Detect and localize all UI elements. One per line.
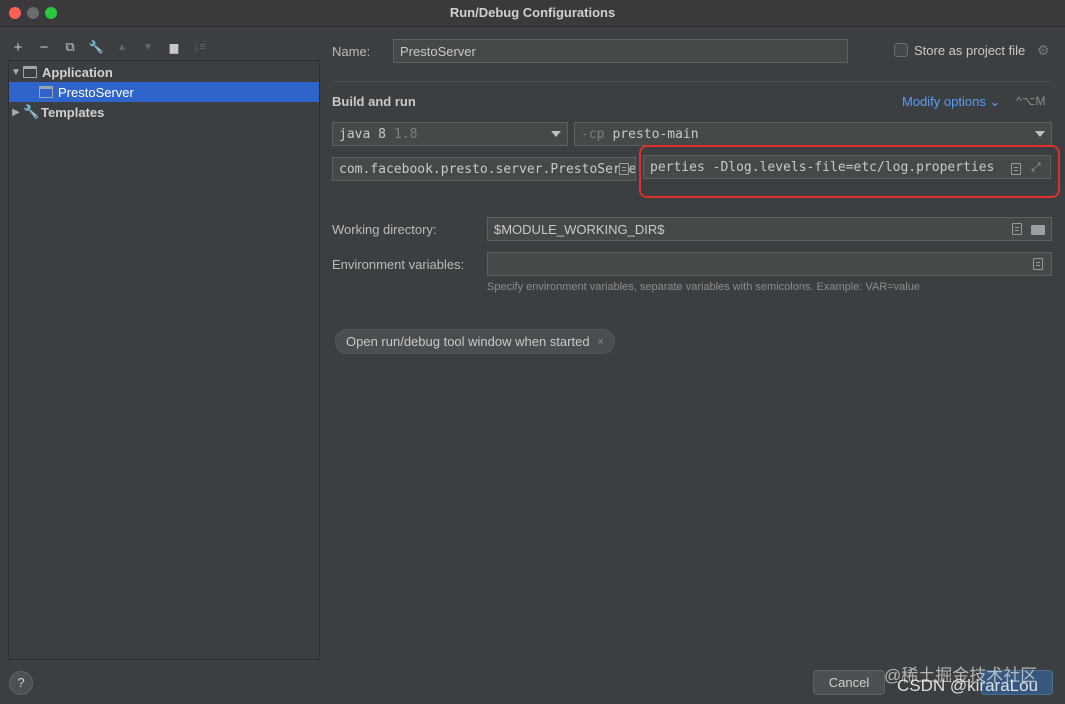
tree-item-prestoserver[interactable]: PrestoServer: [9, 82, 319, 102]
remove-icon[interactable]: −: [34, 37, 54, 57]
move-down-icon[interactable]: ▼: [138, 37, 158, 57]
classpath-value: presto-main: [612, 126, 699, 142]
cancel-button[interactable]: Cancel: [813, 670, 885, 695]
jre-value: java 8: [339, 126, 386, 142]
window-title: Run/Debug Configurations: [449, 5, 616, 20]
chevron-down-icon: [1035, 131, 1045, 137]
tree-item-label: PrestoServer: [58, 84, 134, 100]
edit-env-icon[interactable]: [1033, 258, 1043, 270]
title-bar: Run/Debug Configurations: [0, 0, 1065, 27]
gear-icon[interactable]: ⚙: [1037, 42, 1050, 59]
divider: [332, 81, 1052, 82]
modify-options-shortcut: ^⌥M: [1016, 94, 1046, 108]
chevron-down-icon[interactable]: ▼: [9, 67, 23, 78]
watermark-csdn: CSDN @kiraraLou: [897, 676, 1039, 695]
classpath-select[interactable]: -cp presto-main: [574, 122, 1052, 146]
jre-version: 1.8: [393, 126, 418, 142]
folder-icon[interactable]: ▆: [164, 37, 184, 57]
section-title: Build and run: [332, 94, 416, 109]
config-toolbar: + − ⧉ 🔧 ▲ ▼ ▆ ↓≡: [8, 36, 318, 58]
modify-options-link[interactable]: Modify options ⌄: [902, 94, 1000, 110]
tree-item-label: Templates: [41, 104, 105, 120]
browse-icon[interactable]: [619, 163, 629, 175]
help-button[interactable]: ?: [9, 671, 33, 695]
close-icon[interactable]: ×: [598, 336, 604, 348]
store-as-project-checkbox[interactable]: [894, 43, 908, 57]
working-directory-input[interactable]: $MODULE_WORKING_DIR$: [487, 217, 1052, 241]
application-icon: [23, 66, 37, 78]
tree-item-label: Application: [42, 64, 113, 80]
store-as-project-label: Store as project file: [914, 43, 1026, 58]
working-directory-label: Working directory:: [332, 222, 437, 237]
main-class-input[interactable]: com.facebook.presto.server.PrestoServer: [332, 157, 636, 181]
env-variables-hint: Specify environment variables, separate …: [487, 281, 920, 293]
insert-macro-icon[interactable]: [1012, 223, 1022, 235]
application-icon: [39, 86, 53, 98]
folder-icon[interactable]: [1031, 225, 1045, 235]
wrench-icon[interactable]: 🔧: [86, 37, 106, 57]
open-tool-window-chip[interactable]: Open run/debug tool window when started …: [335, 329, 615, 354]
chip-label: Open run/debug tool window when started: [346, 334, 590, 349]
wrench-icon: 🔧: [23, 104, 40, 119]
highlight-annotation: [639, 145, 1060, 198]
main-class-value: com.facebook.presto.server.PrestoServer: [339, 161, 636, 177]
add-icon[interactable]: +: [8, 37, 28, 57]
env-variables-label: Environment variables:: [332, 257, 465, 272]
chevron-right-icon[interactable]: ▶: [9, 107, 23, 118]
tree-item-application[interactable]: ▼ Application: [9, 62, 319, 82]
config-tree[interactable]: ▼ Application PrestoServer ▶ 🔧 Templates: [8, 60, 320, 660]
env-variables-input[interactable]: [487, 252, 1052, 276]
tree-item-templates[interactable]: ▶ 🔧 Templates: [9, 102, 319, 122]
jre-select[interactable]: java 8 1.8: [332, 122, 568, 146]
copy-icon[interactable]: ⧉: [60, 37, 80, 57]
cp-prefix: -cp: [581, 126, 605, 142]
name-input[interactable]: PrestoServer: [393, 39, 848, 63]
chevron-down-icon: [551, 131, 561, 137]
move-up-icon[interactable]: ▲: [112, 37, 132, 57]
name-label: Name:: [332, 44, 371, 59]
sort-icon[interactable]: ↓≡: [190, 37, 210, 57]
